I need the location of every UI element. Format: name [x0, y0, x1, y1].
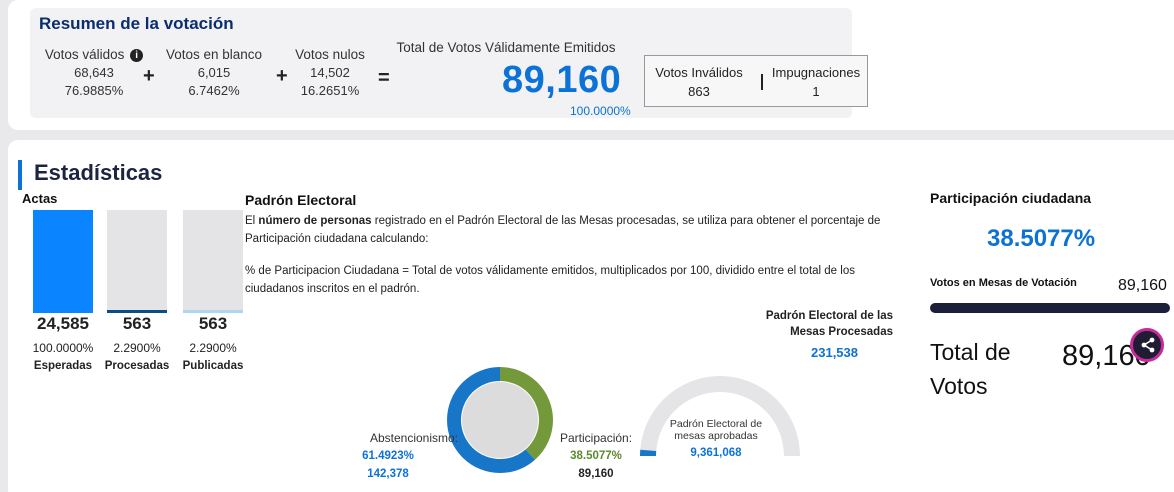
- equals-operator: =: [378, 67, 390, 89]
- votos-validos-label: Votos válidos: [44, 47, 125, 62]
- votos-validos-value: 68,643: [74, 65, 114, 80]
- acta-pct: 2.2900%: [189, 341, 237, 355]
- plus-operator: +: [143, 65, 155, 87]
- acta-fill: [183, 309, 243, 313]
- stats-card: Estadísticas Actas 24,585 563 563 100.00…: [8, 140, 1174, 492]
- acta-name: Procesadas: [104, 360, 170, 372]
- impugnaciones: Impugnaciones 1: [763, 65, 869, 99]
- gauge-value: 9,361,068: [690, 447, 742, 459]
- participacion-ciudadana-title: Participación ciudadana: [930, 190, 1092, 206]
- participacion-ciudadana-pct: 38.5077%: [987, 225, 1096, 252]
- acta-bar-publicadas: [183, 210, 243, 313]
- summary-card: Resumen de la votación Votos válidos i 6…: [8, 0, 1174, 130]
- acta-value: 563: [198, 314, 228, 333]
- participacion-value: 89,160: [578, 468, 614, 480]
- participacion-label: Participación:: [560, 431, 633, 445]
- votos-invalidos-label: Votos Inválidos: [655, 65, 743, 80]
- share-icon: [1141, 337, 1155, 353]
- participacion-pct: 38.5077%: [570, 450, 622, 462]
- acta-bar-esperadas: [33, 210, 93, 313]
- total-votos-label: Total de Votos: [930, 339, 1011, 399]
- votos-blanco-label: Votos en blanco: [165, 47, 263, 62]
- acta-bar-procesadas: [107, 210, 167, 313]
- votos-validos: Votos válidos i 68,643 76.9885%: [38, 47, 150, 98]
- abstencionismo-pct: 61.4923%: [362, 450, 414, 462]
- votos-validos-pct: 76.9885%: [64, 83, 124, 98]
- summary-panel: Resumen de la votación Votos válidos i 6…: [30, 8, 868, 118]
- padron-formula: % de Participacion Ciudadana = Total de …: [245, 265, 855, 295]
- abstencionismo-value: 142,378: [367, 468, 409, 480]
- total-votos-block: Total de Votos Válidamente Emitidos: [390, 40, 622, 55]
- acta-fill: [107, 309, 167, 313]
- votos-invalidos-value: 863: [688, 84, 710, 99]
- acta-name: Publicadas: [182, 360, 244, 372]
- padron-text-bold: número de personas: [258, 215, 372, 227]
- padron-mesas-value: 231,538: [811, 345, 858, 360]
- acta-fill: [33, 210, 93, 313]
- votos-blanco: Votos en blanco 6,015 6.7462%: [158, 47, 270, 98]
- padron-text-pre: El: [245, 215, 259, 227]
- acta-name: Esperadas: [33, 360, 93, 372]
- gauge-label: Padrón Electoral de mesas aprobadas: [669, 418, 763, 442]
- votos-nulos: Votos nulos 14,502 16.2651%: [286, 47, 374, 98]
- votos-mesas-bar: [930, 303, 1170, 313]
- acta-pct: 100.0000%: [32, 341, 94, 355]
- actas-label: Actas: [22, 191, 58, 206]
- votos-nulos-value: 14,502: [310, 65, 350, 80]
- acta-pct: 2.2900%: [113, 341, 161, 355]
- total-votos-pct: 100.0000%: [570, 104, 631, 118]
- info-icon[interactable]: i: [130, 49, 144, 62]
- invalidos-impugnaciones-box: Votos Inválidos 863 Impugnaciones 1: [644, 55, 868, 107]
- impugnaciones-label: Impugnaciones: [771, 65, 861, 80]
- acta-value: 563: [122, 314, 152, 333]
- votos-nulos-pct: 16.2651%: [300, 83, 360, 98]
- votos-mesas-value: 89,160: [1118, 277, 1167, 294]
- votos-blanco-pct: 6.7462%: [188, 83, 240, 98]
- abstencionismo-label: Abstencionismo:: [369, 431, 458, 445]
- votos-nulos-label: Votos nulos: [295, 47, 365, 62]
- stats-title: Estadísticas: [34, 160, 163, 185]
- acta-value: 24,585: [37, 314, 89, 333]
- participation-donut: [447, 367, 553, 473]
- padron-title: Padrón Electoral: [245, 192, 357, 208]
- votos-blanco-value: 6,015: [197, 65, 231, 80]
- total-votos-label: Total de Votos Válidamente Emitidos: [396, 40, 616, 55]
- total-votos-value: 89,160: [502, 59, 622, 101]
- share-button[interactable]: [1130, 328, 1164, 362]
- summary-title: Resumen de la votación: [39, 14, 234, 33]
- padron-mesas-label: Padrón Electoral de las Mesas Procesadas: [765, 310, 893, 338]
- padron-description: El número de personas registrado en el P…: [245, 212, 905, 248]
- votos-invalidos: Votos Inválidos 863: [645, 65, 753, 99]
- votos-mesas-label: Votos en Mesas de Votación: [930, 277, 1077, 289]
- title-accent-bar: [18, 160, 22, 190]
- donut-center: [462, 382, 538, 458]
- impugnaciones-value: 1: [812, 84, 820, 99]
